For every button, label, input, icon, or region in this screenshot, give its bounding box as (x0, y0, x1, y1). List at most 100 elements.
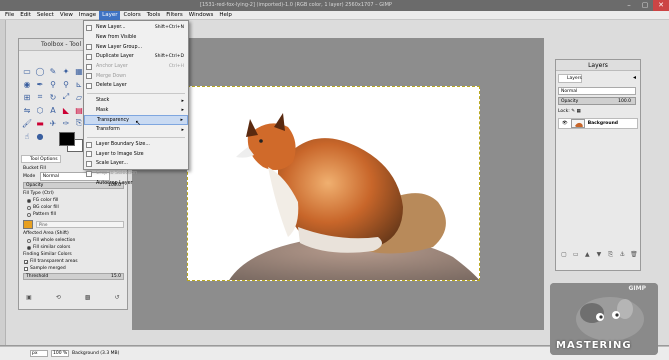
layer-mode-select[interactable]: Normal (558, 87, 636, 95)
close-icon[interactable]: ✕ (653, 0, 669, 11)
radio-fill-similar-colors[interactable]: Fill similar colors (21, 244, 126, 251)
menu-item-new-layer[interactable]: New Layer... Shift+Ctrl+N (84, 23, 188, 33)
zoom-select[interactable]: 100 % (51, 350, 69, 357)
menu-item-delete-layer[interactable]: Delete Layer (84, 81, 188, 91)
reset-options-icon[interactable]: ↺ (113, 294, 121, 301)
menu-tools[interactable]: Tools (144, 11, 164, 20)
menu-item-transform[interactable]: Transform ▸ (84, 125, 188, 135)
pattern-chooser[interactable]: Pine (23, 220, 124, 229)
pattern-swatch[interactable] (23, 220, 33, 229)
duplicate-icon (86, 54, 92, 61)
menu-separator (87, 136, 185, 138)
menu-item-autocrop-layer[interactable]: Autocrop Layer (84, 178, 188, 188)
delete-options-icon[interactable]: ▩ (84, 294, 92, 301)
sample-merged-checkbox[interactable]: Sample merged (21, 265, 126, 272)
smudge-icon[interactable]: ☝ (21, 130, 33, 142)
rect-select-icon[interactable]: ▭ (21, 65, 33, 77)
zoom-icon[interactable]: ⚲ (60, 78, 72, 90)
new-group-icon[interactable]: ▭ (572, 251, 580, 258)
airbrush-icon[interactable]: ✈ (47, 117, 59, 129)
menu-layer[interactable]: Layer (99, 10, 121, 20)
submenu-arrow-icon: ▸ (181, 97, 184, 104)
foreground-color-swatch[interactable] (59, 132, 75, 146)
radio-pattern-fill[interactable]: Pattern fill (21, 211, 126, 218)
tool-options-tab[interactable]: Tool Options (21, 155, 61, 163)
menu-item-new-layer-group[interactable]: New Layer Group... (84, 42, 188, 52)
image-canvas[interactable] (187, 86, 480, 281)
layer-name[interactable]: Background (588, 121, 618, 126)
radio-fg-color-fill[interactable]: FG color fill (21, 197, 126, 204)
menu-windows[interactable]: Windows (186, 11, 217, 20)
layer-opacity-slider[interactable]: Opacity 100.0 (558, 97, 636, 105)
menu-image[interactable]: Image (76, 11, 99, 20)
duplicate-layer-icon[interactable]: ⎘ (607, 251, 615, 258)
flip-icon[interactable]: ⇋ (21, 104, 33, 116)
radio-label: Pattern fill (33, 212, 56, 217)
raise-layer-icon[interactable]: ▲ (583, 251, 591, 258)
fill-transparent-checkbox[interactable]: ✓ Fill transparent areas (21, 258, 126, 265)
menu-view[interactable]: View (57, 11, 76, 20)
dodge-burn-icon[interactable]: ● (34, 130, 46, 142)
radio-fill-whole-selection[interactable]: Fill whole selection (21, 237, 126, 244)
foreground-select-icon[interactable]: ◉ (21, 78, 33, 90)
pattern-name: Pine (36, 221, 124, 228)
paths-icon[interactable]: ✒ (34, 78, 46, 90)
scale-icon[interactable]: ⤢ (60, 91, 72, 103)
fg-bg-colors[interactable] (59, 132, 85, 152)
visibility-eye-icon[interactable]: 👁 (562, 121, 568, 126)
menu-item-mask[interactable]: Mask ▸ (84, 106, 188, 116)
crop-icon[interactable]: ⌗ (34, 91, 46, 103)
threshold-slider[interactable]: Threshold 15.0 (23, 273, 124, 280)
menu-item-scale-layer[interactable]: Scale Layer... (84, 159, 188, 169)
layers-tab[interactable]: Layers (558, 74, 582, 83)
menu-item-duplicate-layer[interactable]: Duplicate Layer Shift+Ctrl+D (84, 52, 188, 62)
align-icon[interactable]: ⊞ (21, 91, 33, 103)
bucket-fill-icon[interactable]: ◣ (60, 104, 72, 116)
lock-pixels-icon[interactable]: ✎ (571, 109, 575, 114)
fuzzy-select-icon[interactable]: ✦ (60, 65, 72, 77)
menu-item-new-from-visible[interactable]: New from Visible (84, 33, 188, 43)
layers-dock-title: Layers (556, 60, 640, 71)
color-picker-icon[interactable]: ⚲ (47, 78, 59, 90)
layer-opacity-value: 100.0 (618, 99, 631, 104)
cage-icon[interactable]: ⬡ (34, 104, 46, 116)
lower-layer-icon[interactable]: ▼ (595, 251, 603, 258)
anchor-layer-icon[interactable]: ⚓ (618, 251, 626, 258)
layers-dock: Layers Layers ◂ Normal Opacity 100.0 Loc… (555, 59, 641, 271)
radio-bg-color-fill[interactable]: BG color fill (21, 204, 126, 211)
minimize-icon[interactable]: – (621, 0, 637, 11)
delete-layer-icon[interactable]: 🗑 (630, 251, 638, 258)
save-options-icon[interactable]: ▣ (25, 294, 33, 301)
rotate-icon[interactable]: ↻ (47, 91, 59, 103)
menu-colors[interactable]: Colors (120, 11, 143, 20)
boundary-size-icon (86, 141, 92, 148)
menu-item-stack[interactable]: Stack ▸ (84, 96, 188, 106)
menu-help[interactable]: Help (216, 11, 235, 20)
lock-alpha-icon[interactable]: ▦ (576, 109, 580, 114)
menu-item-layer-boundary-size[interactable]: Layer Boundary Size... (84, 140, 188, 150)
badge-gimp-text: GIMP (628, 285, 646, 292)
menu-file[interactable]: File (2, 11, 17, 20)
menu-item-layer-to-image-size[interactable]: Layer to Image Size (84, 149, 188, 159)
checkbox-label: Fill transparent areas (30, 259, 78, 264)
menu-item-transparency[interactable]: Transparency ▸ ↖ (84, 115, 188, 127)
menu-edit[interactable]: Edit (17, 11, 34, 20)
ink-icon[interactable]: ✑ (60, 117, 72, 129)
new-layer-icon[interactable]: ▢ (560, 251, 568, 258)
eraser-icon[interactable]: ▬ (34, 117, 46, 129)
radio-label: BG color fill (33, 205, 59, 210)
maximize-icon[interactable]: ▢ (637, 0, 653, 11)
layer-opacity-label: Opacity (561, 99, 579, 104)
unit-select[interactable]: px (30, 350, 48, 357)
checkbox-label: Sample merged (30, 266, 66, 271)
new-group-icon (86, 44, 92, 51)
ellipse-select-icon[interactable]: ◯ (34, 65, 46, 77)
free-select-icon[interactable]: ✎ (47, 65, 59, 77)
menu-select[interactable]: Select (34, 11, 57, 20)
text-icon[interactable]: A (47, 104, 59, 116)
menu-filters[interactable]: Filters (163, 11, 186, 20)
paintbrush-icon[interactable]: 🖌 (21, 117, 33, 129)
dock-menu-icon[interactable]: ◂ (633, 74, 636, 81)
restore-options-icon[interactable]: ⟲ (54, 294, 62, 301)
layer-row[interactable]: 👁 Background (558, 118, 638, 129)
